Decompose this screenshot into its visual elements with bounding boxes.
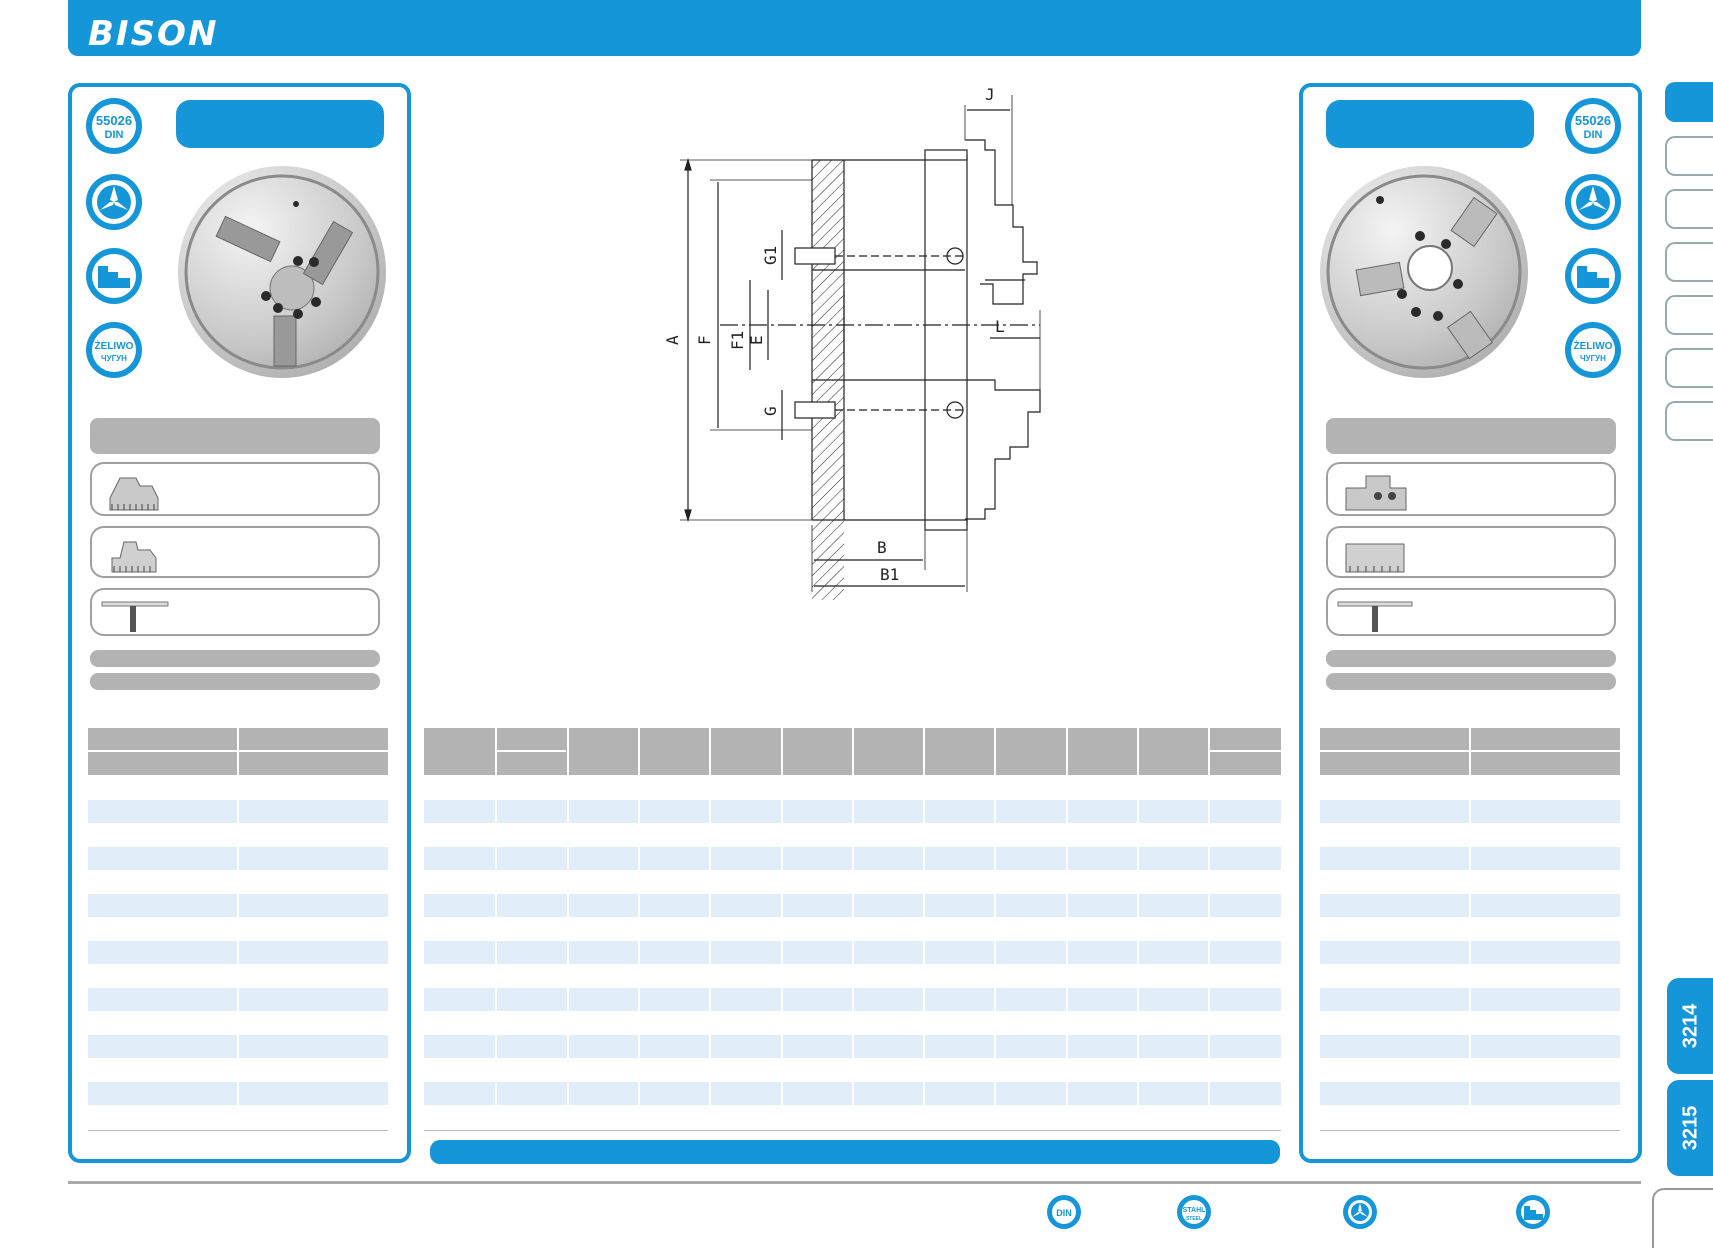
left-info-bar-2: [90, 673, 380, 690]
left-info-bar-1: [90, 650, 380, 667]
technical-drawing: J A F F1 E G1 G L B B1: [663, 85, 1041, 600]
svg-text:ŻELIWO: ŻELIWO: [95, 339, 134, 352]
svg-text:55026: 55026: [96, 113, 132, 128]
section-tab-5[interactable]: [1665, 295, 1713, 335]
svg-text:L: L: [995, 317, 1005, 336]
product-photo-chuck-left: [178, 166, 386, 378]
three-jaw-chuck-icon: [1563, 172, 1623, 237]
right-accessory-hard-jaws: [1326, 462, 1616, 516]
section-tab-active[interactable]: [1665, 82, 1713, 122]
left-accessory-reverse-jaws: [90, 526, 380, 578]
hard-jaw-icon: [1345, 475, 1407, 511]
svg-text:B: B: [877, 538, 887, 557]
svg-text:F1: F1: [728, 331, 747, 350]
right-title-pill: [1326, 100, 1534, 148]
right-accessories-header: [1326, 418, 1616, 454]
left-accessory-key: [90, 588, 380, 636]
left-accessory-hard-jaws: [90, 462, 380, 516]
right-info-bar-1: [1326, 650, 1616, 667]
svg-text:ЧУГУН: ЧУГУН: [1580, 354, 1606, 363]
svg-text:DIN: DIN: [1584, 129, 1603, 141]
steel-footer-icon: STAHL STEEL: [1176, 1194, 1212, 1235]
svg-text:55026: 55026: [1575, 113, 1611, 128]
center-footer-bar: [430, 1140, 1280, 1164]
three-jaw-chuck-icon: [84, 172, 144, 237]
svg-text:ŻELIWO: ŻELIWO: [1574, 339, 1613, 352]
jaw-steps-icon: [1563, 246, 1623, 311]
cast-iron-badge-icon: ŻELIWO ЧУГУН: [1563, 320, 1623, 385]
svg-text:ЧУГУН: ЧУГУН: [101, 354, 127, 363]
din-footer-icon: DIN: [1046, 1194, 1082, 1235]
svg-text:STEEL: STEEL: [1186, 1216, 1202, 1222]
section-tab-2[interactable]: [1665, 136, 1713, 176]
din-badge-icon: 55026 DIN: [1563, 96, 1623, 161]
reverse-jaw-icon: [1345, 543, 1405, 573]
reverse-jaw-icon: [111, 541, 157, 573]
svg-text:DIN: DIN: [1056, 1208, 1072, 1218]
chuck-key-icon: [1337, 601, 1413, 632]
din-badge-icon: 55026 DIN: [84, 96, 144, 161]
svg-text:F: F: [695, 335, 714, 345]
section-tab-3214[interactable]: 3214: [1667, 978, 1713, 1074]
product-photo-chuck-right: [1320, 166, 1528, 378]
section-tab-3[interactable]: [1665, 189, 1713, 229]
page-corner-tab: [1652, 1188, 1713, 1248]
svg-text:J: J: [985, 85, 995, 104]
right-info-bar-2: [1326, 673, 1616, 690]
section-tab-7[interactable]: [1665, 401, 1713, 441]
jaw-steps-footer-icon: [1515, 1194, 1551, 1235]
brand-logo: BISON: [88, 14, 219, 54]
svg-text:B1: B1: [880, 565, 899, 584]
svg-text:DIN: DIN: [105, 129, 124, 141]
three-jaw-footer-icon: [1342, 1194, 1378, 1235]
svg-text:E: E: [747, 335, 766, 345]
jaw-steps-icon: [84, 246, 144, 311]
section-tab-4[interactable]: [1665, 242, 1713, 282]
cast-iron-badge-icon: ŻELIWO ЧУГУН: [84, 320, 144, 385]
left-title-pill: [176, 100, 384, 148]
chuck-key-icon: [101, 601, 169, 632]
section-tab-6[interactable]: [1665, 348, 1713, 388]
header-bar: [68, 0, 1641, 56]
svg-text:STAHL: STAHL: [1183, 1207, 1207, 1214]
right-accessory-key: [1326, 588, 1616, 636]
section-tab-3215[interactable]: 3215: [1667, 1080, 1713, 1176]
svg-text:G: G: [761, 406, 780, 416]
left-accessories-header: [90, 418, 380, 454]
svg-text:A: A: [663, 335, 682, 345]
hard-jaw-icon: [109, 477, 159, 511]
right-accessory-reverse-jaws: [1326, 526, 1616, 578]
footer-divider: [68, 1181, 1641, 1184]
svg-text:G1: G1: [761, 246, 780, 265]
